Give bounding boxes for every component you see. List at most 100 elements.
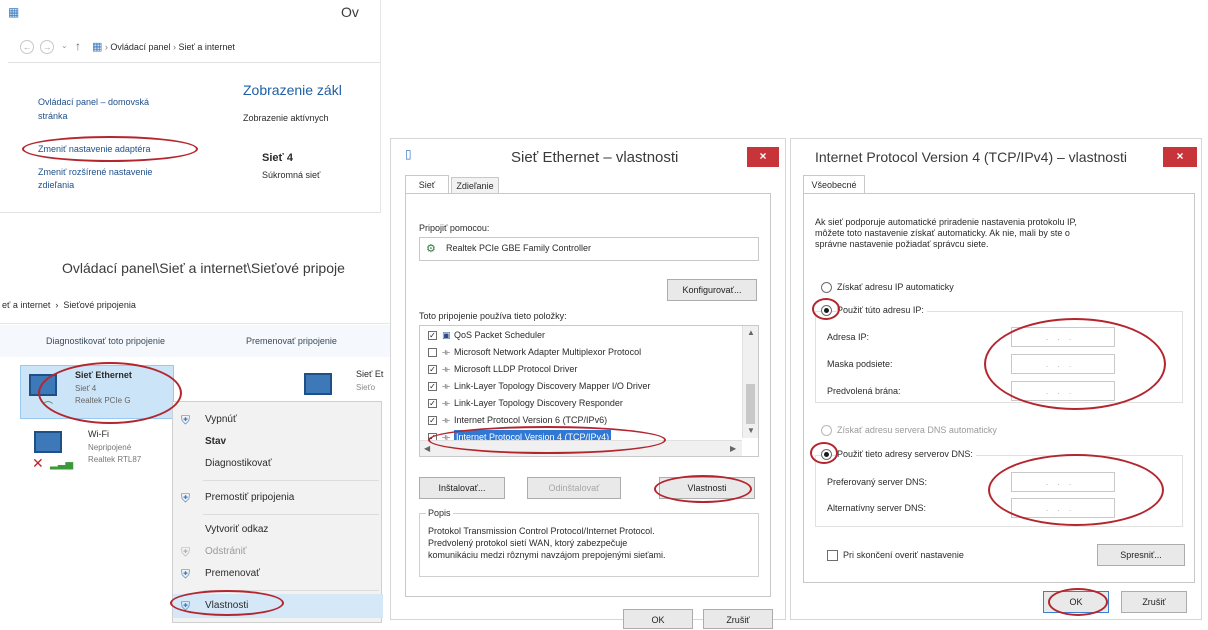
ok-button[interactable]: OK xyxy=(623,609,693,629)
scroll-left-icon[interactable]: ◀ xyxy=(424,444,430,453)
menu-separator xyxy=(203,590,379,591)
menu-item-disable[interactable]: ⛨ Vypnúť xyxy=(173,408,383,432)
context-menu: ⛨ Vypnúť Stav Diagnostikovať ⛨ Premostiť p… xyxy=(172,401,383,623)
shield-icon: ⛨ xyxy=(181,413,191,427)
home-link[interactable]: Ovládací panel – domovská stránka xyxy=(38,95,149,123)
adapter-name: Wi-Fi xyxy=(88,429,109,439)
menu-item-delete[interactable]: ⛨ Odstrániť xyxy=(173,540,383,564)
up-icon[interactable]: ↑ xyxy=(75,39,81,53)
alternate-dns-field[interactable]: ... xyxy=(1011,498,1115,518)
preferred-dns-field[interactable]: ... xyxy=(1011,472,1115,492)
dialog-title: Internet Protocol Version 4 (TCP/IPv4) –… xyxy=(815,149,1128,165)
configure-button[interactable]: Konfigurovať... xyxy=(667,279,757,301)
adapter-device: Realtek PCIe G xyxy=(75,396,131,405)
menu-item-status[interactable]: Stav xyxy=(173,430,383,454)
auto-dns-radio[interactable] xyxy=(821,425,832,436)
dropdown-icon[interactable]: ⌄ xyxy=(61,41,68,50)
computer-icon xyxy=(29,374,57,396)
wifi-adapter-tile[interactable]: ✕ ▂▃▅ Wi-Fi Nepripojené Realtek RTL87 xyxy=(20,427,180,479)
item-checkbox[interactable] xyxy=(428,348,437,357)
items-list[interactable]: ✓ ▣ QoS Packet Scheduler ⟛ Microsoft Networ… xyxy=(419,325,759,457)
scroll-thumb[interactable] xyxy=(746,384,755,424)
network-name: Sieť 4 xyxy=(262,152,293,164)
advanced-button[interactable]: Spresniť... xyxy=(1097,544,1185,566)
properties-button[interactable]: Vlastnosti xyxy=(659,477,755,499)
computer-icon xyxy=(304,373,332,395)
adapter-device: Realtek RTL87 xyxy=(88,455,142,464)
back-icon[interactable]: ← xyxy=(20,40,34,54)
change-adapter-settings-link[interactable]: Zmeniť nastavenie adaptéra xyxy=(38,144,150,154)
intro-line: správne nastavenie požiadať správcu siet… xyxy=(815,239,989,249)
network-type: Súkromná sieť xyxy=(262,170,321,180)
description-group: Popis Protokol Transmission Control Prot… xyxy=(419,508,759,577)
close-icon[interactable]: × xyxy=(747,147,779,167)
shield-icon: ⛨ xyxy=(181,567,191,581)
ok-button[interactable]: OK xyxy=(1043,591,1109,613)
network-breadcrumb[interactable]: eť a internet › Sieťové pripojenia xyxy=(2,300,136,310)
cancel-button[interactable]: Zrušiť xyxy=(703,609,773,629)
validate-label[interactable]: Pri skončení overiť nastavenie xyxy=(843,550,964,560)
control-panel-window: ▦ Ov ← → ⌄ ↑ ▦ › Ovládací panel › Sieť a… xyxy=(0,0,381,213)
menu-separator xyxy=(203,480,379,481)
alternate-dns-label: Alternatívny server DNS: xyxy=(827,503,927,513)
item-checkbox[interactable]: ✓ xyxy=(428,399,437,408)
auto-ip-radio[interactable] xyxy=(821,282,832,293)
scroll-down-icon[interactable]: ▼ xyxy=(747,426,755,435)
use-dns-radio[interactable] xyxy=(821,449,832,460)
list-item[interactable]: ✓ ▣ QoS Packet Scheduler xyxy=(428,328,728,343)
auto-ip-label[interactable]: Získať adresu IP automaticky xyxy=(837,282,954,292)
auto-dns-label[interactable]: Získať adresu servera DNS automaticky xyxy=(837,425,997,435)
subnet-mask-label: Maska podsiete: xyxy=(827,359,893,369)
item-checkbox[interactable]: ✓ xyxy=(428,331,437,340)
menu-item-diagnose[interactable]: Diagnostikovať xyxy=(173,452,383,476)
list-item[interactable]: ✓ ⟛ Internet Protocol Version 6 (TCP/IPv6) xyxy=(428,413,728,428)
control-panel-title: Ov xyxy=(341,4,359,20)
horizontal-scrollbar[interactable]: ◀ ▶ xyxy=(420,440,742,456)
breadcrumb-icon: ▦ xyxy=(92,41,103,53)
tab-general[interactable]: Všeobecné xyxy=(803,175,865,193)
validate-checkbox[interactable] xyxy=(827,550,838,561)
tab-network[interactable]: Sieť xyxy=(405,175,449,193)
use-ip-radio[interactable] xyxy=(821,305,832,316)
list-item[interactable]: ✓ ⟛ Link-Layer Topology Discovery Responde… xyxy=(428,396,728,411)
protocol-icon: ⟛ xyxy=(442,364,451,374)
scroll-right-icon[interactable]: ▶ xyxy=(730,444,736,453)
description-line: Protokol Transmission Control Protocol/I… xyxy=(428,526,655,536)
menu-item-create-shortcut[interactable]: Vytvoriť odkaz xyxy=(173,518,383,542)
page-subheading: Zobrazenie aktívnych xyxy=(243,113,329,123)
install-button[interactable]: Inštalovať... xyxy=(419,477,505,499)
item-checkbox[interactable]: ✓ xyxy=(428,416,437,425)
uninstall-button[interactable]: Odinštalovať xyxy=(527,477,621,499)
signal-bars-icon: ▂▃▅ xyxy=(50,459,74,470)
use-ip-label[interactable]: Použiť túto adresu IP: xyxy=(837,305,927,315)
ip-address-field[interactable]: ... xyxy=(1011,327,1115,347)
menu-item-bridge[interactable]: ⛨ Premostiť pripojenia xyxy=(173,486,383,510)
scroll-up-icon[interactable]: ▲ xyxy=(747,328,755,337)
list-item[interactable]: ✓ ⟛ Link-Layer Topology Discovery Mapper I… xyxy=(428,379,728,394)
item-checkbox[interactable]: ✓ xyxy=(428,365,437,374)
adapter-network: Sieť 4 xyxy=(75,384,97,393)
diagnose-toolbar-button[interactable]: Diagnostikovať toto pripojenie xyxy=(46,336,165,346)
use-dns-label[interactable]: Použiť tieto adresy serverov DNS: xyxy=(837,449,976,459)
gateway-field[interactable]: ... xyxy=(1011,381,1115,401)
preferred-dns-label: Preferovaný server DNS: xyxy=(827,477,928,487)
item-checkbox[interactable]: ✓ xyxy=(428,382,437,391)
intro-line: môžete toto nastavenie získať automatick… xyxy=(815,228,1070,238)
menu-item-rename[interactable]: ⛨ Premenovať xyxy=(173,562,383,586)
network-connections-title: Ovládací panel\Sieť a internet\Sieťové p… xyxy=(62,260,345,276)
breadcrumb-item[interactable]: Ovládací panel xyxy=(110,42,170,52)
list-scrollbar[interactable]: ▲ ▼ xyxy=(742,326,758,438)
close-icon[interactable]: × xyxy=(1163,147,1197,167)
ethernet-adapter-tile[interactable]: ⌒ Sieť Ethernet Sieť 4 Realtek PCIe G xyxy=(20,365,174,419)
forward-icon[interactable]: → xyxy=(40,40,54,54)
menu-item-properties[interactable]: ⛨ Vlastnosti xyxy=(173,594,383,618)
rename-toolbar-button[interactable]: Premenovať pripojenie xyxy=(246,336,337,346)
subnet-mask-field[interactable]: ... xyxy=(1011,354,1115,374)
list-item[interactable]: ⟛ Microsoft Network Adapter Multiplexor P… xyxy=(428,345,728,360)
advanced-sharing-link[interactable]: Zmeniť rozšírené nastavenie zdieľania xyxy=(38,166,152,192)
list-item[interactable]: ✓ ⟛ Microsoft LLDP Protocol Driver xyxy=(428,362,728,377)
cancel-button[interactable]: Zrušiť xyxy=(1121,591,1187,613)
adapter-network: Nepripojené xyxy=(88,443,132,452)
breadcrumb-item[interactable]: Sieť a internet xyxy=(178,42,234,52)
tab-sharing[interactable]: Zdieľanie xyxy=(451,177,499,193)
